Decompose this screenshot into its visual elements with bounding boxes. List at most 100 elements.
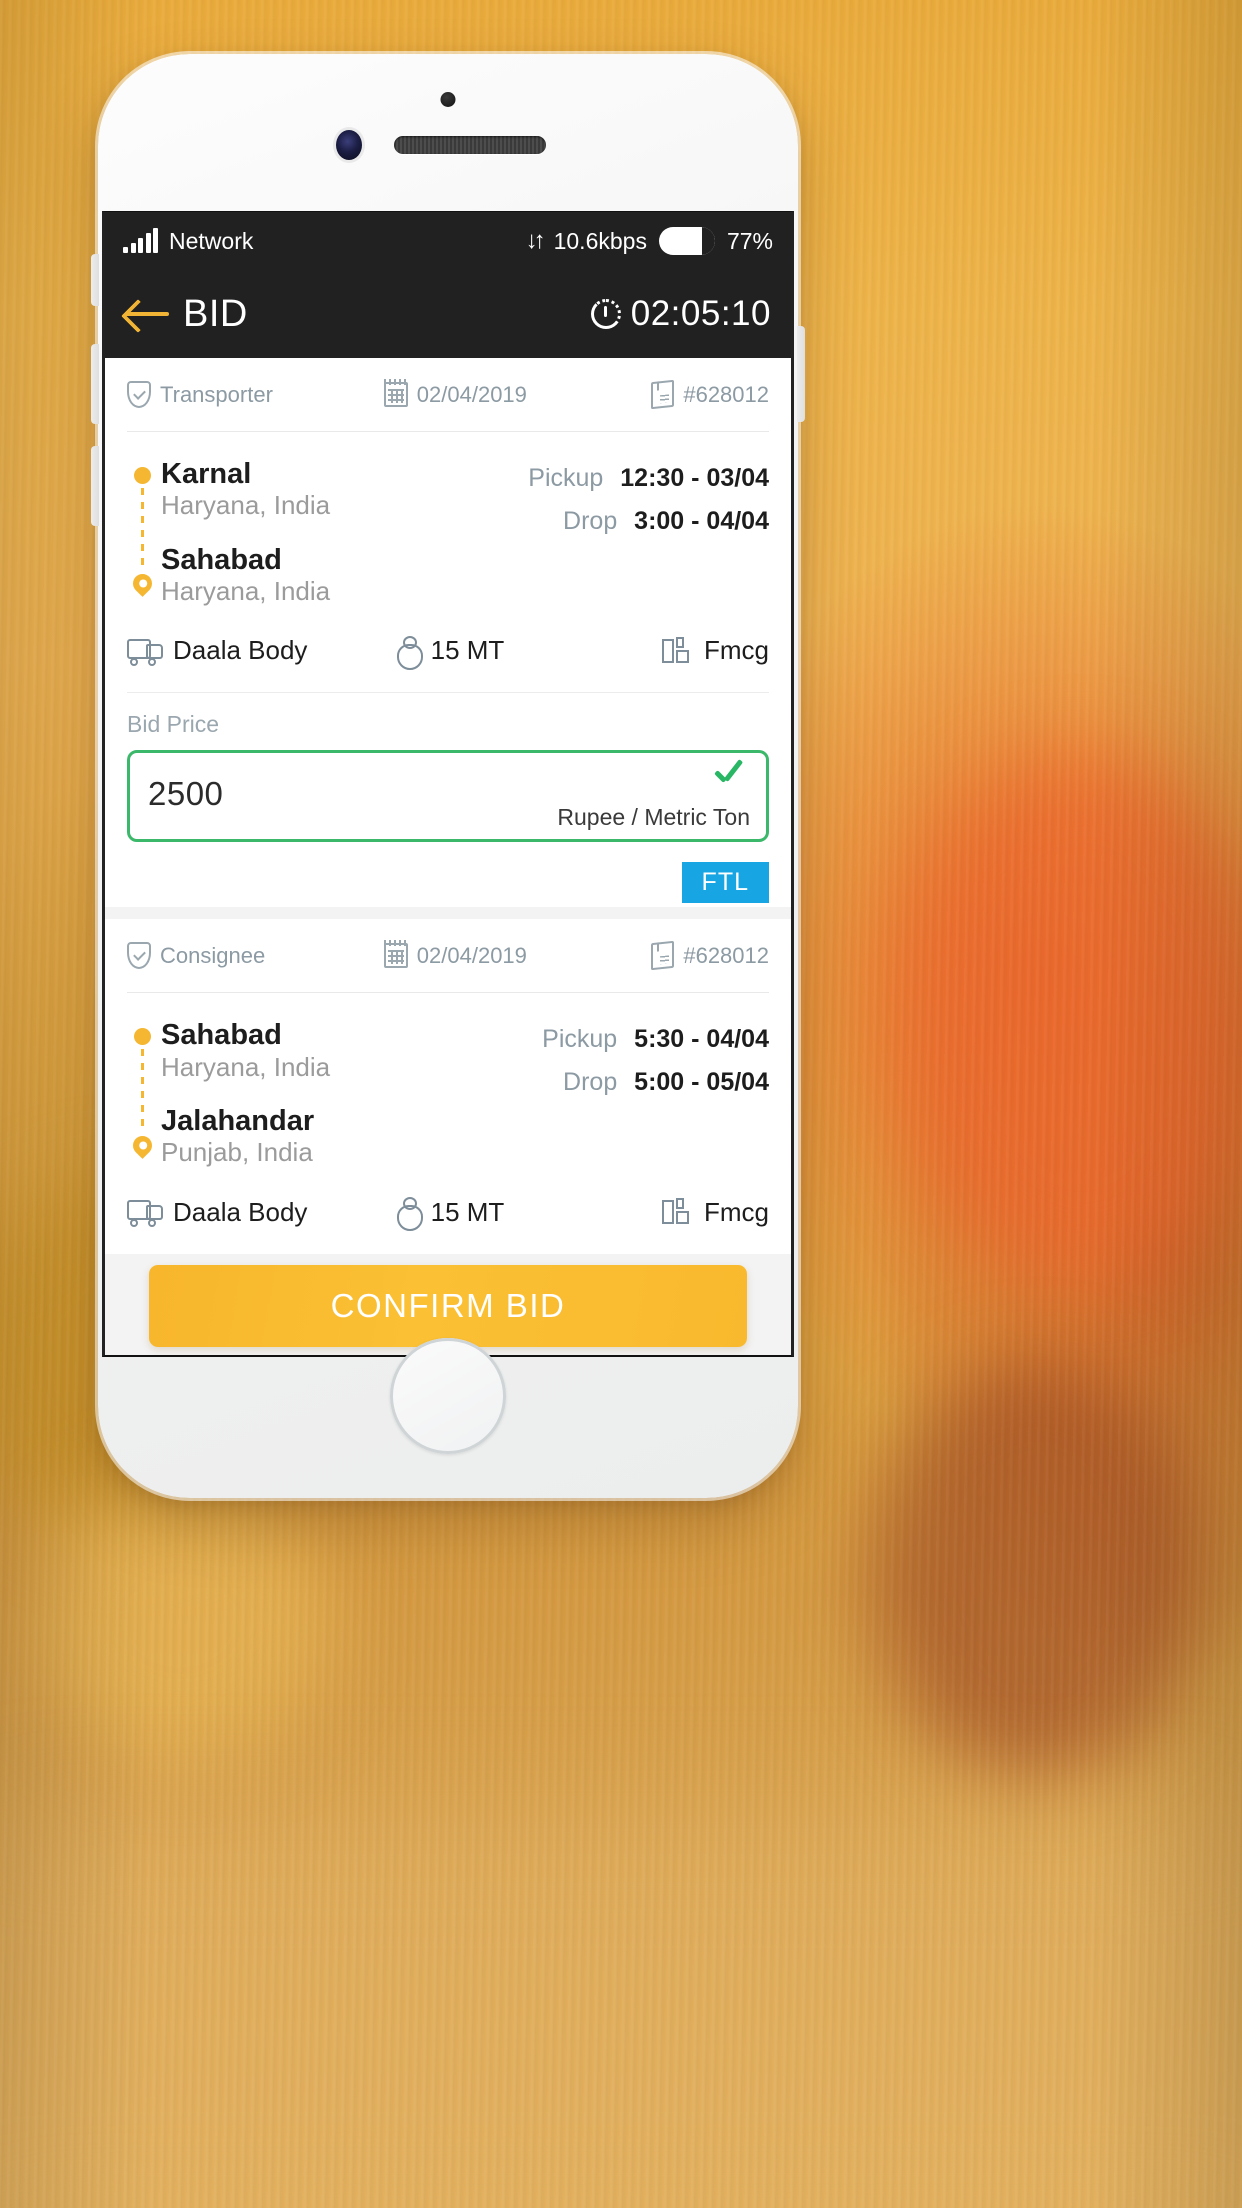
back-arrow-icon[interactable]	[125, 299, 171, 329]
route-locations: Karnal Haryana, India Sahabad Haryana, I…	[127, 458, 528, 607]
calendar-icon	[383, 379, 408, 407]
countdown-timer: 02:05:10	[590, 294, 771, 334]
pickup-time-row: Pickup 12:30 - 03/04	[528, 464, 769, 493]
goods-label: Fmcg	[704, 1196, 769, 1227]
status-bar: Network ↓↑ 10.6kbps 77%	[105, 212, 791, 270]
truck-icon	[127, 638, 163, 666]
card-header: Consignee 02/04/2019 #628012	[127, 919, 769, 994]
card-divider	[105, 907, 791, 920]
origin-location: Karnal Haryana, India	[161, 458, 330, 522]
card-id: #628012	[651, 941, 769, 971]
background-blur-shape	[892, 760, 1242, 1280]
truck-type-spec: Daala Body	[127, 635, 397, 666]
package-box-icon	[651, 941, 675, 971]
truck-type-label: Daala Body	[173, 1196, 308, 1227]
goods-category-icon	[662, 1198, 692, 1226]
pickup-time-row: Pickup 5:30 - 04/04	[542, 1025, 769, 1054]
id-label: #628012	[683, 381, 769, 407]
page-title: BID	[183, 292, 248, 335]
cargo-specs: Daala Body 15 MT Fmcg	[127, 629, 769, 694]
package-box-icon	[651, 379, 675, 410]
origin-region: Haryana, India	[161, 490, 331, 521]
device-volume-down-button[interactable]	[91, 446, 99, 526]
signal-bars-icon	[123, 227, 158, 253]
weight-icon	[396, 1197, 423, 1232]
proximity-sensor-icon	[440, 92, 456, 107]
card-date: 02/04/2019	[383, 379, 589, 408]
pickup-value: 5:30 - 04/04	[634, 1025, 769, 1054]
destination-region: Punjab, India	[161, 1137, 313, 1168]
card-header: Transporter 02/04/2019 #628012	[127, 358, 769, 432]
route-section: Sahabad Haryana, India Jalahandar Punjab…	[127, 993, 769, 1190]
role-label: Transporter	[160, 381, 273, 407]
drop-time-row: Drop 3:00 - 04/04	[528, 507, 769, 536]
phone-device-frame: Network ↓↑ 10.6kbps 77% BID 02:05:10 Tra…	[91, 54, 805, 1498]
origin-location: Sahabad Haryana, India	[161, 1019, 330, 1083]
drop-time-row: Drop 5:00 - 05/04	[542, 1068, 769, 1097]
origin-region: Haryana, India	[161, 1051, 331, 1082]
route-track	[127, 1019, 161, 1168]
device-volume-up-button[interactable]	[91, 344, 99, 424]
background-blur-shape	[872, 1360, 1202, 1780]
goods-spec: Fmcg	[662, 1197, 769, 1228]
background-blur-shape	[30, 1480, 330, 1760]
weight-icon	[396, 635, 423, 670]
battery-icon	[658, 227, 715, 255]
destination-region: Haryana, India	[161, 576, 331, 607]
date-label: 02/04/2019	[416, 381, 527, 407]
pickup-label: Pickup	[542, 1025, 618, 1054]
card-id: #628012	[651, 379, 769, 410]
timer-value: 02:05:10	[630, 294, 771, 333]
weight-label: 15 MT	[430, 1196, 505, 1227]
circle-dot-icon	[134, 467, 151, 484]
bid-price-unit: Rupee / Metric Ton	[557, 804, 750, 831]
map-pin-icon	[129, 1131, 156, 1159]
truck-type-label: Daala Body	[173, 635, 308, 666]
confirm-bid-button[interactable]: CONFIRM BID	[149, 1265, 747, 1347]
truck-type-spec: Daala Body	[127, 1197, 397, 1228]
map-pin-icon	[129, 570, 156, 598]
weight-spec: 15 MT	[396, 635, 609, 670]
role-label: Consignee	[160, 942, 266, 968]
drop-value: 5:00 - 05/04	[634, 1068, 769, 1097]
bid-price-section: Bid Price 2500 Rupee / Metric Ton	[127, 693, 769, 862]
app-bar: BID 02:05:10	[105, 270, 791, 358]
route-section: Karnal Haryana, India Sahabad Haryana, I…	[127, 432, 769, 629]
weight-spec: 15 MT	[396, 1196, 609, 1232]
pickup-value: 12:30 - 03/04	[620, 464, 769, 492]
goods-label: Fmcg	[704, 635, 769, 666]
bid-price-input[interactable]: 2500 Rupee / Metric Ton	[127, 750, 769, 843]
clock-icon	[590, 299, 621, 329]
origin-city: Karnal	[161, 458, 252, 490]
route-track	[127, 458, 161, 607]
shield-check-icon	[127, 942, 151, 970]
device-side-button[interactable]	[91, 254, 99, 306]
status-bar-right: ↓↑ 10.6kbps 77%	[526, 227, 773, 255]
destination-city: Sahabad	[161, 543, 282, 576]
origin-city: Sahabad	[161, 1019, 282, 1052]
home-button[interactable]	[390, 1338, 506, 1454]
data-transfer-icon: ↓↑	[525, 227, 546, 254]
goods-category-icon	[662, 636, 692, 665]
status-badge: FTL	[681, 862, 769, 904]
background-blur-shape	[0, 1820, 1242, 2208]
route-locations: Sahabad Haryana, India Jalahandar Punjab…	[127, 1019, 542, 1168]
drop-value: 3:00 - 04/04	[634, 507, 769, 535]
date-label: 02/04/2019	[416, 942, 527, 968]
shield-check-icon	[127, 381, 151, 408]
truck-icon	[127, 1200, 163, 1228]
bid-card-transporter: Transporter 02/04/2019 #628012 Karnal Ha…	[105, 358, 791, 908]
destination-location: Sahabad Haryana, India	[161, 544, 330, 608]
route-times: Pickup 5:30 - 04/04 Drop 5:00 - 05/04	[542, 1019, 769, 1168]
device-power-button[interactable]	[797, 326, 805, 422]
battery-percent-label: 77%	[726, 227, 773, 254]
card-date: 02/04/2019	[383, 940, 589, 969]
route-times: Pickup 12:30 - 03/04 Drop 3:00 - 04/04	[528, 458, 769, 607]
card-role: Consignee	[127, 942, 384, 970]
bid-list-scroll-area[interactable]: Transporter 02/04/2019 #628012 Karnal Ha…	[105, 358, 791, 1355]
bid-price-label: Bid Price	[127, 711, 220, 738]
phone-screen: Network ↓↑ 10.6kbps 77% BID 02:05:10 Tra…	[102, 211, 794, 1357]
status-bar-left: Network	[123, 227, 253, 255]
goods-spec: Fmcg	[662, 635, 769, 666]
destination-location: Jalahandar Punjab, India	[161, 1105, 330, 1169]
